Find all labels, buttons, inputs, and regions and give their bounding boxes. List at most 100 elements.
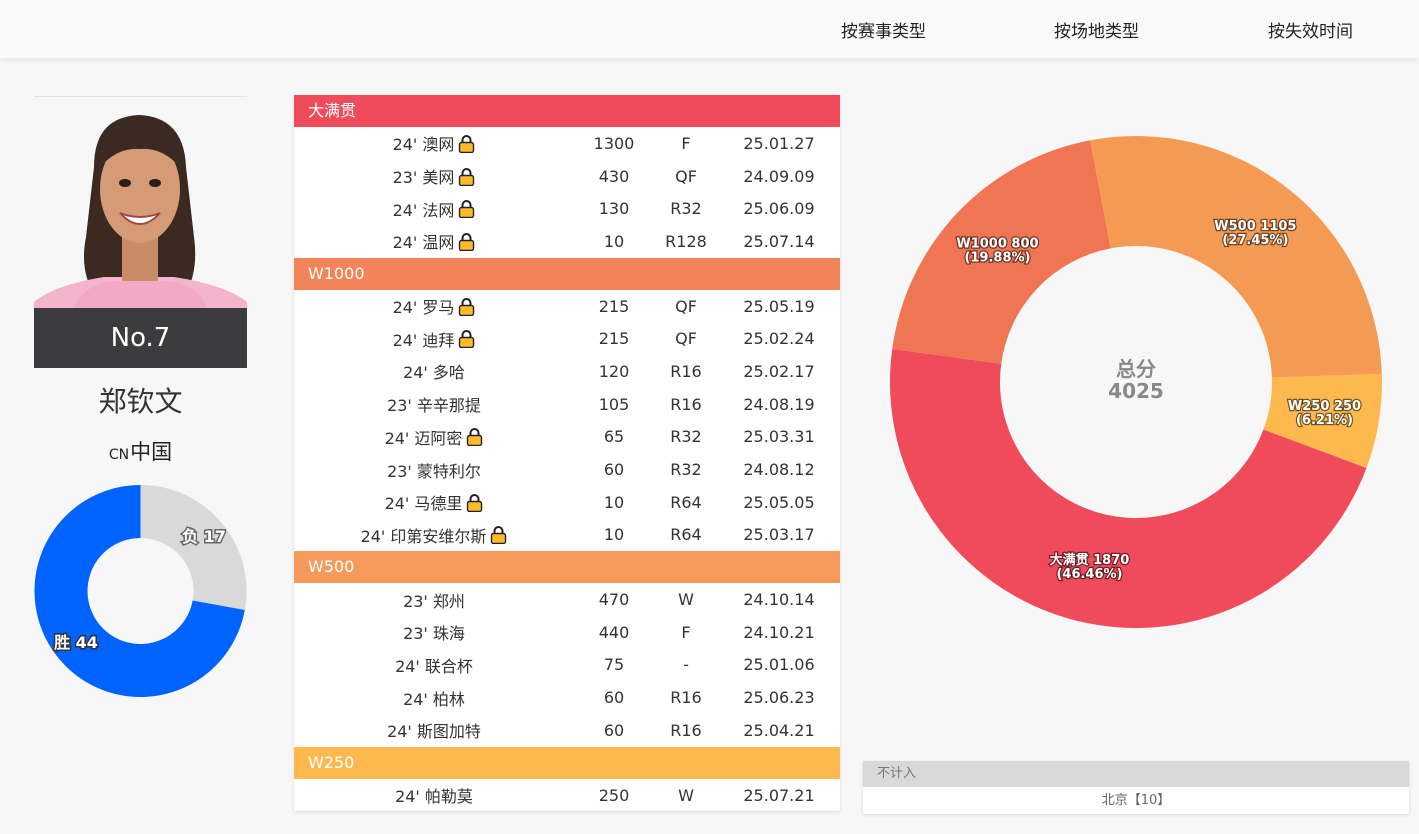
country-name: 中国	[130, 440, 173, 464]
expiry-cell: 24.08.12	[743, 460, 815, 480]
tournament-name: 23' 郑州	[403, 591, 465, 611]
player-name: 郑钦文	[98, 385, 183, 418]
losses-label: 负 17	[182, 527, 226, 546]
player-photo	[34, 96, 247, 308]
losses-slice	[140, 485, 247, 611]
slice-W500[interactable]	[1090, 136, 1382, 378]
expiry-cell: 25.05.05	[743, 492, 815, 512]
top-nav: 按赛事类型 按场地类型 按失效时间	[0, 0, 1419, 58]
points-cell: 75	[603, 655, 625, 675]
tournament-cell: 23' 美网	[294, 164, 574, 188]
tournament-name: 24' 法网	[392, 200, 455, 220]
expiry-cell: 25.06.23	[743, 688, 815, 708]
table-row: 24' 柏林 60 R16 25.06.23	[294, 681, 840, 714]
points-cell: 130	[598, 199, 630, 219]
table-row: 24' 温网 10 R128 25.07.14	[294, 225, 840, 258]
wins-label: 胜 44	[54, 633, 98, 652]
table-row: 23' 蒙特利尔 60 R32 24.08.12	[294, 453, 840, 486]
points-cell: 60	[603, 688, 625, 708]
round-cell: R16	[670, 688, 702, 708]
round-cell: QF	[675, 329, 697, 349]
expiry-cell: 25.02.17	[743, 361, 815, 381]
tournament-cell: 24' 柏林	[294, 686, 574, 710]
slice-percent: (27.45%)	[1222, 233, 1288, 248]
points-cell: 10	[603, 231, 625, 251]
tournament-cell: 24' 罗马	[294, 294, 574, 318]
points-cell: 105	[598, 394, 630, 414]
lock-icon	[490, 525, 507, 545]
tournament-name: 24' 罗马	[392, 298, 455, 318]
points-cell: 10	[603, 525, 625, 545]
points-table: 大满贯 24' 澳网 1300 F 25.01.27 23' 美网 430 QF 24.09.0…	[294, 95, 840, 812]
round-cell: R16	[670, 361, 702, 381]
lock-icon	[458, 329, 475, 349]
tournament-cell: 23' 蒙特利尔	[294, 458, 574, 482]
tournament-cell: 23' 珠海	[294, 620, 574, 644]
tournament-cell: 23' 辛辛那提	[294, 392, 574, 416]
tab-by-surface-type[interactable]: 按场地类型	[1054, 17, 1139, 42]
excluded-item: 北京【10】	[1101, 793, 1171, 808]
tournament-name: 23' 美网	[392, 168, 455, 188]
slice-percent: (6.21%)	[1296, 413, 1353, 428]
points-cell: 440	[598, 622, 630, 642]
tournament-name: 24' 多哈	[403, 363, 465, 383]
round-cell: F	[681, 133, 691, 153]
lock-icon	[458, 167, 475, 186]
points-donut-chart: W250 250 (6.21%) 大满贯 1870 (46.46%) W1000 800…	[880, 126, 1392, 638]
expiry-cell: 25.05.19	[743, 296, 815, 316]
round-cell: W	[678, 590, 694, 610]
table-row: 24' 印第安维尔斯 10 R64 25.03.17	[294, 519, 840, 552]
round-cell: F	[681, 622, 691, 642]
points-cell: 10	[603, 492, 625, 512]
tournament-cell: 24' 多哈	[294, 359, 574, 383]
slice-label: W250 250	[1288, 399, 1361, 414]
table-row: 24' 帕勒莫 250 W 25.07.21	[294, 779, 840, 812]
tournament-name: 23' 辛辛那提	[387, 396, 481, 416]
rank-badge: No.7	[34, 308, 247, 368]
table-row: 24' 迪拜 215 QF 25.02.24	[294, 322, 840, 355]
round-cell: QF	[675, 296, 697, 316]
round-cell: R16	[670, 720, 702, 740]
tournament-name: 24' 澳网	[392, 135, 455, 155]
tournament-cell: 24' 澳网	[294, 131, 574, 155]
table-row: 24' 迈阿密 65 R32 25.03.31	[294, 421, 840, 454]
total-label: 总分	[1116, 357, 1156, 381]
points-cell: 250	[598, 785, 630, 805]
points-cell: 60	[603, 460, 625, 480]
points-cell: 65	[603, 427, 625, 447]
expiry-cell: 25.01.27	[743, 133, 815, 153]
expiry-cell: 25.03.31	[743, 427, 815, 447]
expiry-cell: 24.10.14	[743, 590, 815, 610]
expiry-cell: 25.02.24	[743, 329, 815, 349]
lock-icon	[466, 427, 483, 447]
expiry-cell: 25.06.09	[743, 199, 815, 219]
tournament-cell: 24' 迈阿密	[294, 425, 574, 449]
excluded-title: 不计入	[863, 761, 1409, 787]
tournament-cell: 24' 法网	[294, 197, 574, 221]
lock-icon	[466, 493, 483, 512]
section-header: 大满贯	[294, 95, 840, 127]
lock-icon	[458, 232, 475, 252]
slice-label: W1000 800	[956, 237, 1038, 252]
table-row: 23' 美网 430 QF 24.09.09	[294, 160, 840, 193]
round-cell: R64	[670, 525, 702, 545]
tournament-name: 24' 柏林	[403, 689, 465, 709]
excluded-panel: 不计入 北京【10】	[863, 761, 1409, 814]
table-row: 24' 罗马 215 QF 25.05.19	[294, 290, 840, 323]
round-cell: R128	[665, 231, 707, 251]
tab-by-event-type[interactable]: 按赛事类型	[841, 17, 926, 42]
expiry-cell: 25.03.17	[743, 525, 815, 545]
lock-icon	[458, 297, 475, 316]
tab-by-expiry-time[interactable]: 按失效时间	[1268, 17, 1353, 42]
round-cell: R64	[670, 492, 702, 512]
table-row: 24' 多哈 120 R16 25.02.17	[294, 355, 840, 388]
tournament-name: 24' 温网	[392, 233, 455, 253]
round-cell: QF	[675, 166, 697, 186]
expiry-cell: 24.08.19	[743, 394, 815, 414]
total-value: 4025	[1108, 379, 1164, 403]
tournament-cell: 24' 帕勒莫	[294, 783, 574, 807]
round-cell: R32	[670, 427, 702, 447]
tournament-cell: 24' 温网	[294, 229, 574, 253]
lock-icon	[458, 134, 475, 154]
expiry-cell: 25.01.06	[743, 655, 815, 675]
